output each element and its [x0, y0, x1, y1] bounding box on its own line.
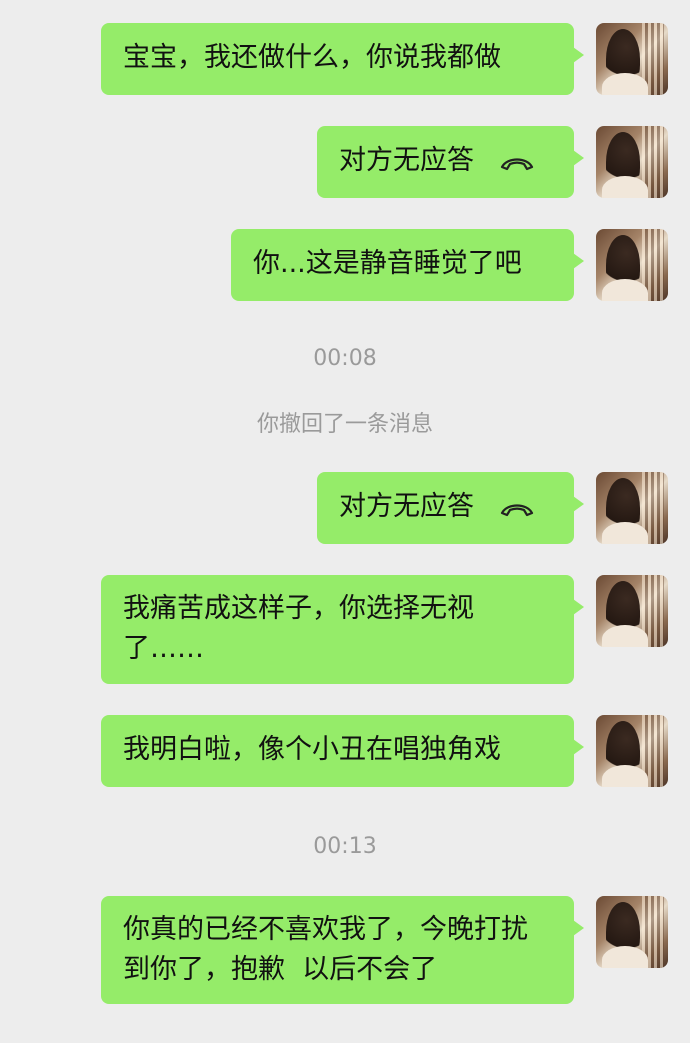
- message-text: 我痛苦成这样子，你选择无视了……: [123, 593, 474, 664]
- avatar[interactable]: [596, 715, 668, 787]
- call-status-text: 对方无应答: [339, 491, 474, 522]
- message-bubble[interactable]: 你...这是静音睡觉了吧: [231, 229, 584, 301]
- message-text: 我明白啦，像个小丑在唱独角戏: [123, 734, 501, 765]
- avatar-shoulder: [602, 73, 648, 95]
- message-text: 你真的已经不喜欢我了，今晚打扰到你了，抱歉 以后不会了: [123, 914, 528, 985]
- message-text: 你...这是静音睡觉了吧: [253, 248, 522, 279]
- call-status-text: 对方无应答: [339, 145, 474, 176]
- avatar-shoulder: [602, 176, 648, 198]
- message-bubble[interactable]: 你真的已经不喜欢我了，今晚打扰到你了，抱歉 以后不会了: [101, 896, 584, 1004]
- phone-hangup-icon: [499, 492, 535, 530]
- message-bubble[interactable]: 宝宝，我还做什么，你说我都做: [101, 23, 584, 95]
- phone-hangup-icon: [499, 146, 535, 184]
- avatar-shoulder: [602, 946, 648, 968]
- avatar-shoulder: [602, 522, 648, 544]
- call-bubble[interactable]: 对方无应答: [317, 126, 584, 198]
- avatar-shoulder: [602, 625, 648, 647]
- avatar[interactable]: [596, 472, 668, 544]
- avatar[interactable]: [596, 229, 668, 301]
- message-bubble[interactable]: 我痛苦成这样子，你选择无视了……: [101, 575, 584, 684]
- message-text: 宝宝，我还做什么，你说我都做: [123, 42, 501, 73]
- message-bubble[interactable]: 我明白啦，像个小丑在唱独角戏: [101, 715, 584, 787]
- call-bubble[interactable]: 对方无应答: [317, 472, 584, 544]
- chat-area[interactable]: 宝宝，我还做什么，你说我都做 对方无应答 你...这是静音睡觉了吧 00:08 …: [0, 0, 690, 1043]
- avatar[interactable]: [596, 575, 668, 647]
- avatar[interactable]: [596, 23, 668, 95]
- avatar[interactable]: [596, 126, 668, 198]
- avatar-shoulder: [602, 765, 648, 787]
- avatar-shoulder: [602, 279, 648, 301]
- avatar[interactable]: [596, 896, 668, 968]
- timestamp: 00:13: [313, 834, 377, 859]
- recall-notice[interactable]: 你撤回了一条消息: [0, 406, 690, 438]
- timestamp: 00:08: [313, 346, 377, 371]
